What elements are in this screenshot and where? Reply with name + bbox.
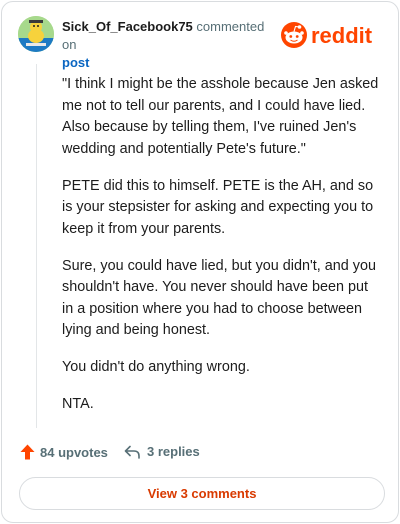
username-link[interactable]: Sick_Of_Facebook75 [62, 19, 193, 34]
comment-actions: 84 upvotes 3 replies [20, 442, 380, 464]
post-link[interactable]: post [62, 54, 272, 72]
replies-count: 3 replies [147, 444, 200, 459]
comment-paragraph: Sure, you could have lied, but you didn'… [62, 257, 376, 339]
comment-paragraph: "I think I might be the asshole because … [62, 76, 379, 157]
comment-meta: Sick_Of_Facebook75 commented on post [62, 18, 272, 72]
upvote-count: 84 upvotes [40, 444, 108, 460]
reply-arrow-icon [124, 445, 140, 459]
comment-paragraph: NTA. [62, 396, 94, 412]
comment-paragraph: You didn't do anything wrong. [62, 359, 250, 375]
comment-paragraph: PETE did this to himself. PETE is the AH… [62, 177, 374, 237]
upvote-arrow-icon [20, 444, 35, 460]
upvote-button[interactable]: 84 upvotes [20, 444, 108, 460]
comment-body: "I think I might be the asshole because … [62, 74, 382, 431]
view-comments-button[interactable]: View 3 comments [19, 477, 385, 510]
comment-card: Sick_Of_Facebook75 commented on post red… [1, 1, 399, 523]
comment-header: Sick_Of_Facebook75 commented on post red… [18, 16, 386, 70]
replies-button[interactable]: 3 replies [124, 444, 200, 459]
thread-line[interactable] [36, 64, 37, 428]
svg-text:reddit: reddit [311, 23, 373, 48]
reddit-logo[interactable]: reddit [280, 20, 386, 50]
user-avatar[interactable] [18, 16, 54, 52]
